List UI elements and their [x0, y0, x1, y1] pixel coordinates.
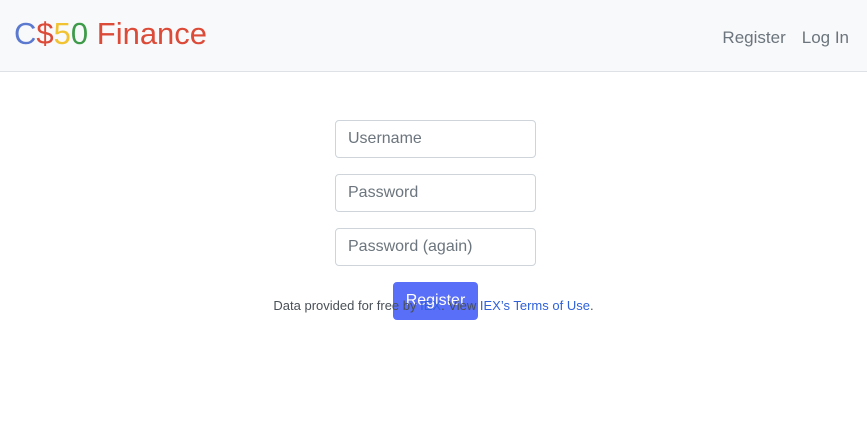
brand-finance: Finance [88, 16, 208, 51]
brand-digit-0: 0 [70, 16, 89, 51]
main-content: Register [0, 72, 867, 439]
footer-prefix-text: Data provided for free by [273, 298, 421, 313]
password-confirmation-input[interactable] [335, 228, 536, 266]
brand-letter-c: C [14, 16, 37, 51]
brand-logo[interactable]: C$50 Finance [14, 14, 207, 54]
footer-middle-text: . View [441, 298, 480, 313]
nav-login-link[interactable]: Log In [802, 26, 849, 50]
footer-suffix-text: . [589, 298, 594, 313]
username-input[interactable] [335, 120, 536, 158]
nav-register-link[interactable]: Register [722, 26, 785, 50]
brand-dollar: $ [36, 16, 54, 51]
nav-links: Register Log In [722, 26, 849, 50]
brand-digit-5: 5 [53, 16, 71, 51]
navbar: C$50 Finance Register Log In [0, 0, 867, 72]
iex-terms-link[interactable]: IEX’s Terms of Use [480, 298, 590, 313]
footer: Data provided for free by IEX. View IEX’… [0, 297, 867, 315]
password-input[interactable] [335, 174, 536, 212]
iex-link[interactable]: IEX [420, 298, 441, 313]
